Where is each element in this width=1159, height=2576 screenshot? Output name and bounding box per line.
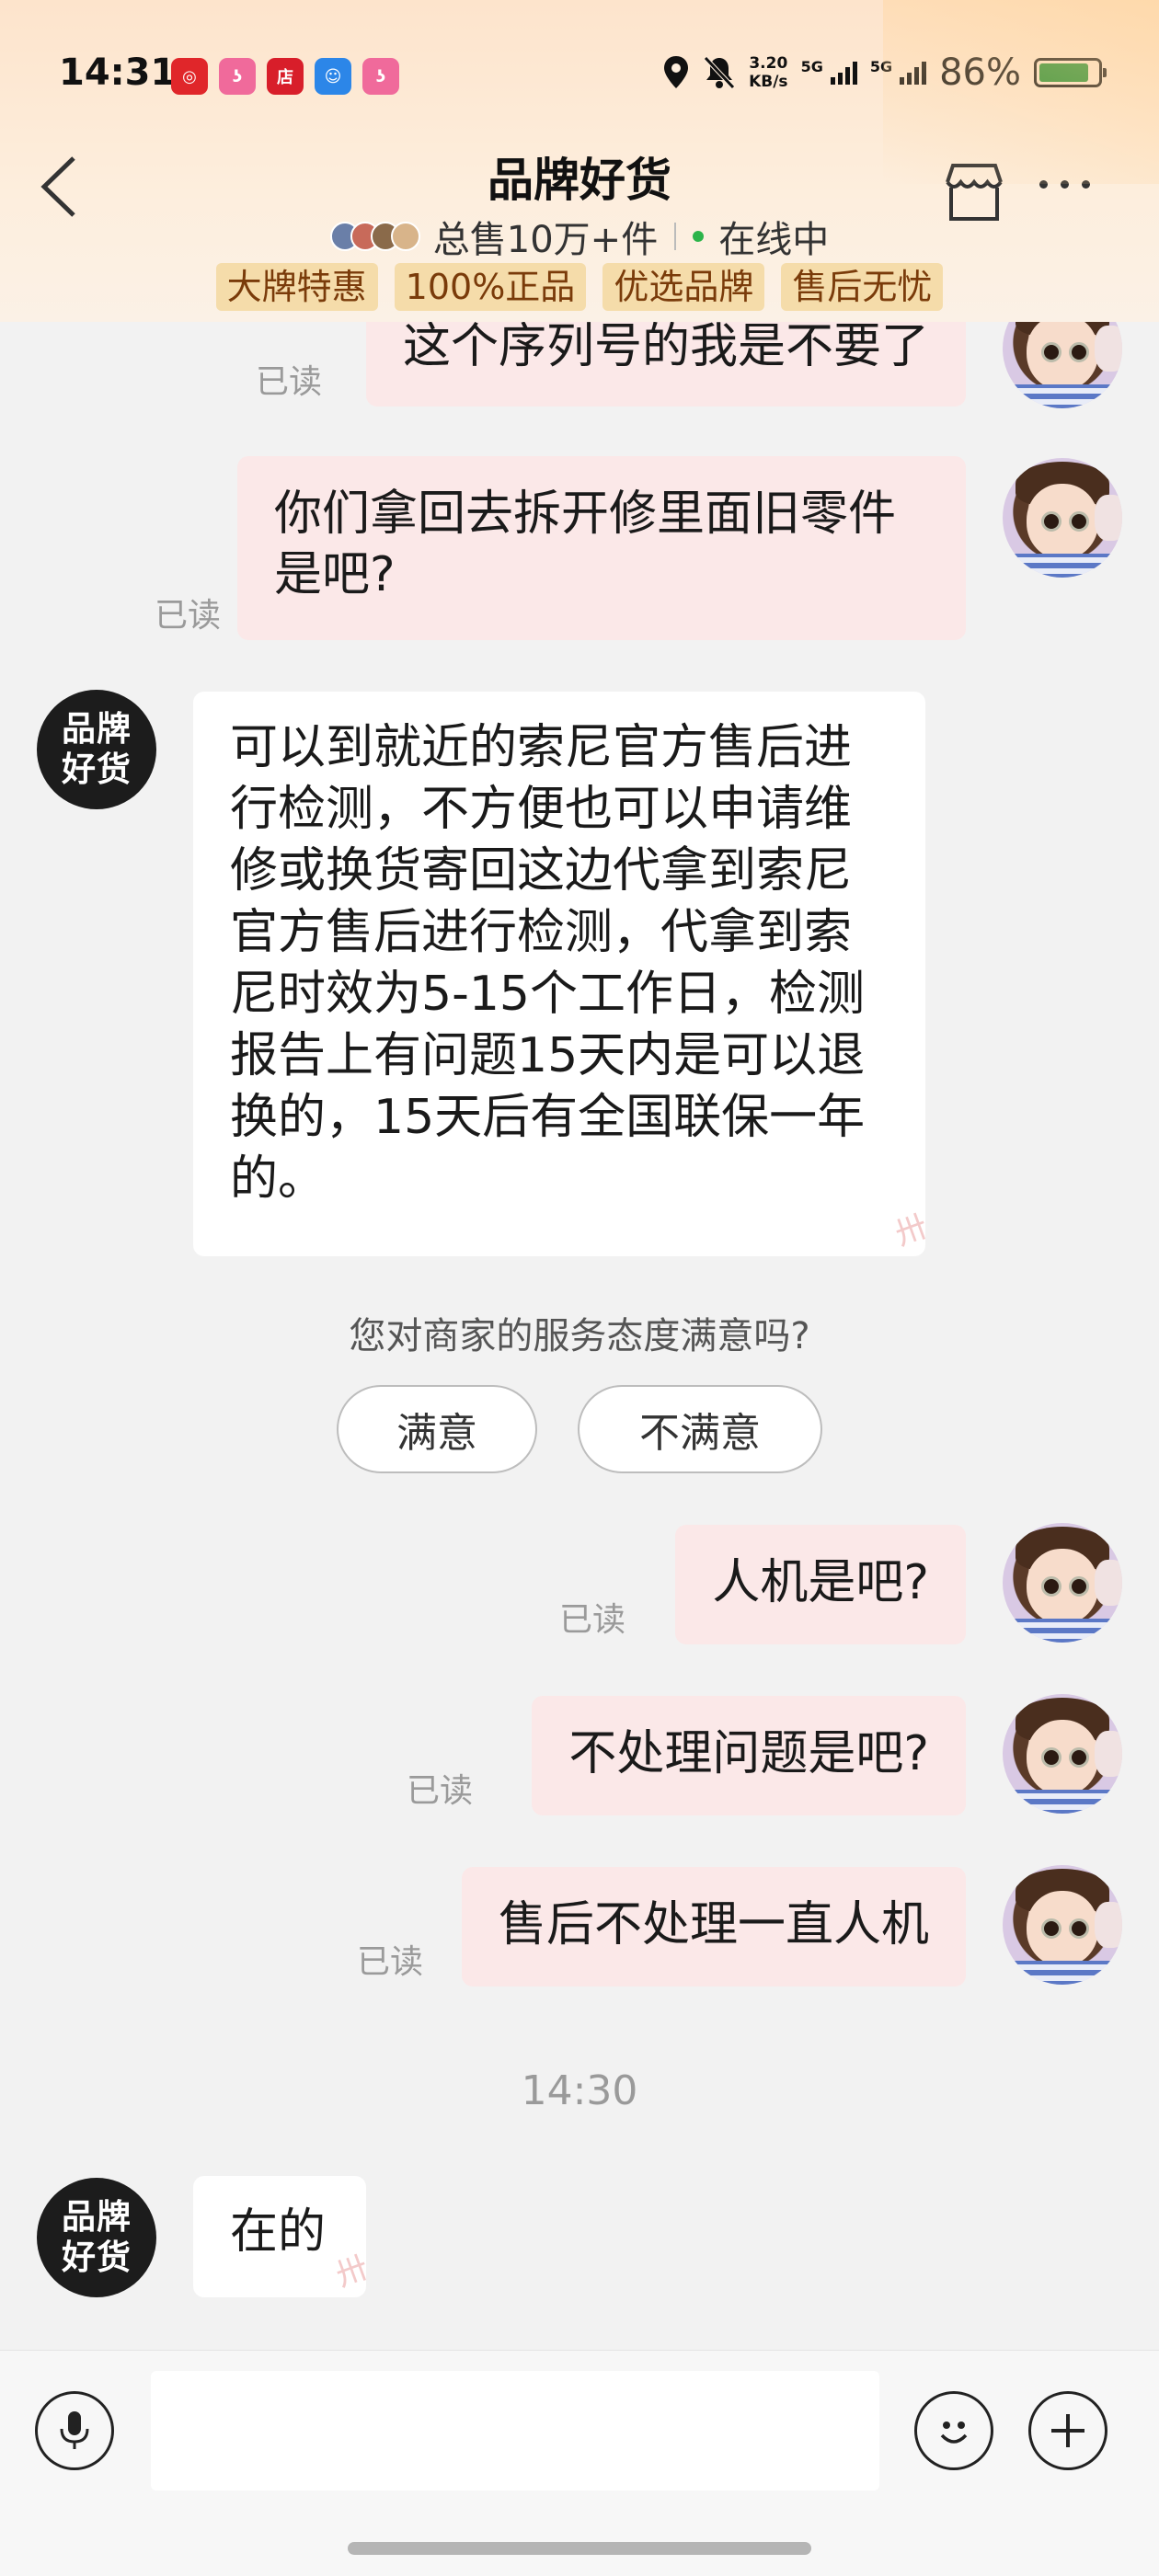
sales-count: 总售10万+件 bbox=[432, 219, 659, 261]
message-text-line: 可以到就近的索尼官方售后进 bbox=[230, 720, 853, 775]
signal-icon-sim2 bbox=[900, 61, 927, 85]
shop-tags: 大牌特惠 100%正品 优选品牌 售后无忧 bbox=[0, 263, 1159, 311]
message-text-line: 报告上有问题15天内是可以退 bbox=[230, 1028, 866, 1083]
message-text-line: 行检测，不方便也可以申请维 bbox=[230, 782, 853, 837]
unsatisfied-button[interactable]: 不满意 bbox=[578, 1385, 822, 1473]
tag: 大牌特惠 bbox=[215, 263, 378, 311]
network-speed-unit: KB/s bbox=[749, 73, 788, 91]
shop-avatar[interactable]: 品牌 好货 bbox=[37, 2178, 156, 2297]
user-avatar[interactable] bbox=[1003, 458, 1122, 578]
shop-avatar-text: 品牌 bbox=[62, 2197, 132, 2237]
emoji-button[interactable] bbox=[914, 2391, 993, 2470]
message-input[interactable] bbox=[151, 2371, 879, 2490]
read-receipt: 已读 bbox=[559, 1601, 626, 1639]
read-receipt: 已读 bbox=[256, 363, 323, 401]
tag: 售后无忧 bbox=[781, 263, 944, 311]
message-text-line: 你们拿回去拆开修里面旧零件 bbox=[274, 487, 897, 542]
mute-bell-icon bbox=[704, 56, 735, 89]
message-text: 人机是吧? bbox=[712, 1555, 929, 1610]
message-timestamp: 14:30 bbox=[521, 2067, 638, 2114]
read-receipt: 已读 bbox=[357, 1943, 424, 1981]
message-text: 售后不处理一直人机 bbox=[498, 1897, 929, 1952]
watermark-icon: 卅 bbox=[331, 2249, 366, 2295]
dian-app-icon: 店 bbox=[267, 58, 304, 95]
message-bubble-user[interactable]: 人机是吧? bbox=[675, 1525, 966, 1644]
dot-icon bbox=[1039, 180, 1048, 189]
plus-icon bbox=[1051, 2414, 1084, 2447]
bilibili-icon-2: ʖ bbox=[362, 58, 399, 95]
battery-percent: 86% bbox=[939, 52, 1021, 94]
home-indicator[interactable] bbox=[348, 2542, 811, 2555]
online-status: 在线中 bbox=[718, 219, 830, 261]
message-text: 不处理问题是吧? bbox=[568, 1726, 929, 1781]
message-text-line: 换的，15天后有全国联保一年 bbox=[230, 1090, 866, 1145]
user-avatar[interactable] bbox=[1003, 1694, 1122, 1814]
store-icon bbox=[946, 164, 1003, 221]
buyer-avatars bbox=[329, 222, 420, 251]
watermark-icon: 卅 bbox=[890, 1208, 925, 1254]
shop-avatar-text: 好货 bbox=[62, 2238, 132, 2277]
message-text: 这个序列号的我是不要了 bbox=[402, 319, 929, 374]
read-receipt: 已读 bbox=[155, 597, 222, 635]
divider bbox=[674, 223, 677, 250]
message-bubble-user[interactable]: 售后不处理一直人机 bbox=[461, 1867, 966, 1986]
voice-input-button[interactable] bbox=[35, 2391, 114, 2470]
battery-icon bbox=[1034, 58, 1107, 87]
add-attachment-button[interactable] bbox=[1028, 2391, 1107, 2470]
message-text-line: 的。 bbox=[230, 1151, 327, 1207]
header: 14:31 ◎ ʖ 店 ☺ ʖ 3.20 KB/s 5G 5G 86% 品牌好货 总售1… bbox=[0, 0, 1159, 322]
message-text-line: 尼时效为5-15个工作日，检测 bbox=[230, 967, 866, 1022]
chat-area[interactable]: 已读 这个序列号的我是不要了 已读 你们拿回去拆开修里面旧零件 是吧? 品牌 好… bbox=[0, 0, 1159, 2345]
message-bubble-user[interactable]: 不处理问题是吧? bbox=[532, 1696, 966, 1815]
message-text-line: 官方售后进行检测，代拿到索 bbox=[230, 905, 853, 960]
status-time: 14:31 bbox=[59, 52, 177, 94]
user-avatar[interactable] bbox=[1003, 1865, 1122, 1985]
online-dot-icon bbox=[693, 231, 705, 242]
sim1-label: 5G bbox=[800, 57, 823, 75]
dot-icon bbox=[1082, 180, 1090, 189]
shop-avatar-text: 品牌 bbox=[62, 709, 132, 749]
notification-app-icons: ◎ ʖ 店 ☺ ʖ bbox=[171, 58, 399, 95]
microphone-icon bbox=[60, 2411, 89, 2449]
bilibili-icon-1: ʖ bbox=[219, 58, 256, 95]
store-button[interactable] bbox=[940, 158, 1008, 226]
network-speed: 3.20 KB/s bbox=[749, 54, 787, 91]
message-bubble-user[interactable]: 你们拿回去拆开修里面旧零件 是吧? bbox=[237, 456, 966, 640]
message-text-line: 修或换货寄回这边代拿到索尼 bbox=[230, 843, 853, 899]
status-indicators: 3.20 KB/s 5G 5G 86% bbox=[662, 52, 1107, 94]
user-avatar[interactable] bbox=[1003, 1523, 1122, 1643]
smiley-icon bbox=[940, 2421, 968, 2444]
status-bar: 14:31 ◎ ʖ 店 ☺ ʖ 3.20 KB/s 5G 5G 86% bbox=[0, 0, 1159, 147]
message-bubble-shop[interactable]: 在的 卅 bbox=[193, 2176, 366, 2297]
shop-avatar-text: 好货 bbox=[62, 750, 132, 789]
input-bar bbox=[0, 2350, 1159, 2576]
message-bubble-shop[interactable]: 可以到就近的索尼官方售后进 行检测，不方便也可以申请维 修或换货寄回这边代拿到索… bbox=[193, 692, 925, 1256]
signal-icon-sim1 bbox=[830, 61, 857, 85]
location-icon bbox=[664, 56, 689, 88]
satisfied-button[interactable]: 满意 bbox=[337, 1385, 537, 1473]
tag: 优选品牌 bbox=[602, 263, 765, 311]
shop-avatar[interactable]: 品牌 好货 bbox=[37, 690, 156, 809]
sim2-label: 5G bbox=[869, 57, 893, 75]
netease-music-icon: ◎ bbox=[171, 58, 208, 95]
tag: 100%正品 bbox=[394, 263, 587, 311]
dot-icon bbox=[1061, 180, 1069, 189]
read-receipt: 已读 bbox=[407, 1772, 474, 1810]
more-options-button[interactable] bbox=[1039, 180, 1090, 189]
robot-app-icon: ☺ bbox=[315, 58, 351, 95]
survey-question: 您对商家的服务态度满意吗? bbox=[349, 1315, 810, 1357]
message-text: 在的 bbox=[230, 2204, 327, 2260]
message-text-line: 是吧? bbox=[274, 547, 396, 602]
network-speed-value: 3.20 bbox=[749, 54, 788, 73]
